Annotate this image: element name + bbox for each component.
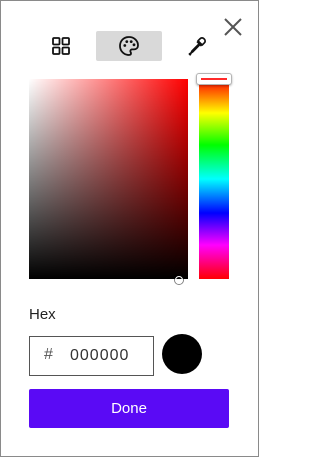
hex-label: Hex [29,306,56,323]
hue-slider[interactable] [199,79,229,279]
done-button[interactable]: Done [29,389,229,428]
hue-slider-handle[interactable] [196,73,232,85]
close-icon [224,18,242,36]
saturation-value-area[interactable] [29,79,188,279]
close-button[interactable] [221,15,245,39]
grid-icon [52,37,70,55]
hex-field[interactable]: # [29,336,154,376]
hex-prefix: # [44,346,53,363]
hex-input[interactable] [70,343,150,369]
eyedropper-icon [188,37,206,56]
grid-mode-button[interactable] [43,31,79,61]
color-picker-panel: Hex # Done [0,0,259,457]
palette-icon [119,36,139,56]
eyedropper-mode-button[interactable] [179,31,215,61]
saturation-value-handle[interactable] [175,276,183,284]
color-swatch [162,334,202,374]
palette-mode-button[interactable] [96,31,162,61]
